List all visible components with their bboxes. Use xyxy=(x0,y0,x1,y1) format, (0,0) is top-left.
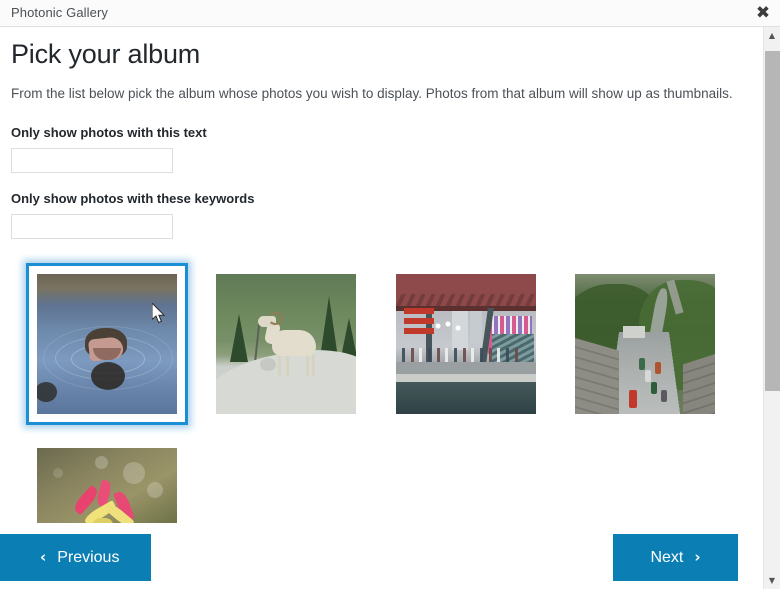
previous-button-label: Previous xyxy=(57,549,119,567)
wizard-footer: ‹ Previous Next › xyxy=(0,523,762,589)
scroll-down-icon[interactable]: ▼ xyxy=(764,572,780,589)
album-thumbnail-image xyxy=(396,274,536,414)
scroll-up-icon[interactable]: ▲ xyxy=(764,27,780,44)
chevron-right-icon: › xyxy=(694,550,700,565)
filter-text-block: Only show photos with this text xyxy=(0,125,762,173)
filter-keywords-input[interactable] xyxy=(11,214,173,239)
album-thumbnail-city-riverwalk-under-bridge[interactable] xyxy=(385,263,547,425)
album-thumbnail-image xyxy=(216,274,356,414)
next-button-label: Next xyxy=(650,549,683,567)
album-thumbnail-image xyxy=(37,448,177,523)
album-thumbnail-hippo-in-water[interactable] xyxy=(26,263,188,425)
filter-text-label: Only show photos with this text xyxy=(11,125,762,141)
album-thumbnail-grid xyxy=(0,263,762,523)
filter-keywords-block: Only show photos with these keywords xyxy=(0,191,762,239)
album-thumbnail-pink-heliconia-flower[interactable] xyxy=(26,437,188,523)
next-button[interactable]: Next › xyxy=(613,534,738,581)
close-icon[interactable]: ✖ xyxy=(752,3,774,24)
filter-keywords-label: Only show photos with these keywords xyxy=(11,191,762,207)
filter-text-input[interactable] xyxy=(11,148,173,173)
album-thumbnail-image xyxy=(575,274,715,414)
album-thumbnail-bighorn-sheep-on-ridge[interactable] xyxy=(205,263,367,425)
photonic-gallery-window: Photonic Gallery ✖ ▲ ▼ Pick your album F… xyxy=(0,0,780,589)
content-pane: Pick your album From the list below pick… xyxy=(0,27,762,523)
title-bar: Photonic Gallery ✖ xyxy=(0,0,780,27)
chevron-left-icon: ‹ xyxy=(40,550,46,565)
scrollbar-thumb[interactable] xyxy=(765,51,780,391)
vertical-scrollbar[interactable]: ▲ ▼ xyxy=(763,27,780,589)
window-title: Photonic Gallery xyxy=(11,5,108,20)
album-thumbnail-great-wall-of-china[interactable] xyxy=(564,263,726,425)
previous-button[interactable]: ‹ Previous xyxy=(0,534,151,581)
album-thumbnail-image xyxy=(37,274,177,414)
page-title: Pick your album xyxy=(0,27,762,71)
page-description: From the list below pick the album whose… xyxy=(0,71,762,103)
